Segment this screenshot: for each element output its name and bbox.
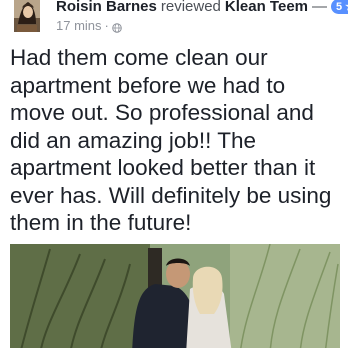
post-timestamp[interactable]: 17 mins xyxy=(56,18,102,33)
post-meta: 17 mins · xyxy=(56,18,122,33)
reviewer-name[interactable]: Roisin Barnes xyxy=(56,0,157,15)
avatar[interactable] xyxy=(14,0,40,32)
review-post: Roisin Barnes reviewed Klean Teem — 5 ★ … xyxy=(0,0,348,348)
review-text: Had them come clean our apartment before… xyxy=(10,45,332,235)
reviewed-page-name[interactable]: Klean Teem xyxy=(225,0,308,15)
globe-icon xyxy=(112,21,122,33)
action-text: reviewed xyxy=(160,0,221,15)
separator: — xyxy=(312,0,327,15)
rating-badge: 5 ★ xyxy=(331,0,348,14)
post-photo[interactable] xyxy=(10,244,340,348)
meta-separator: · xyxy=(104,18,109,33)
post-header: Roisin Barnes reviewed Klean Teem — 5 ★ xyxy=(56,0,348,16)
